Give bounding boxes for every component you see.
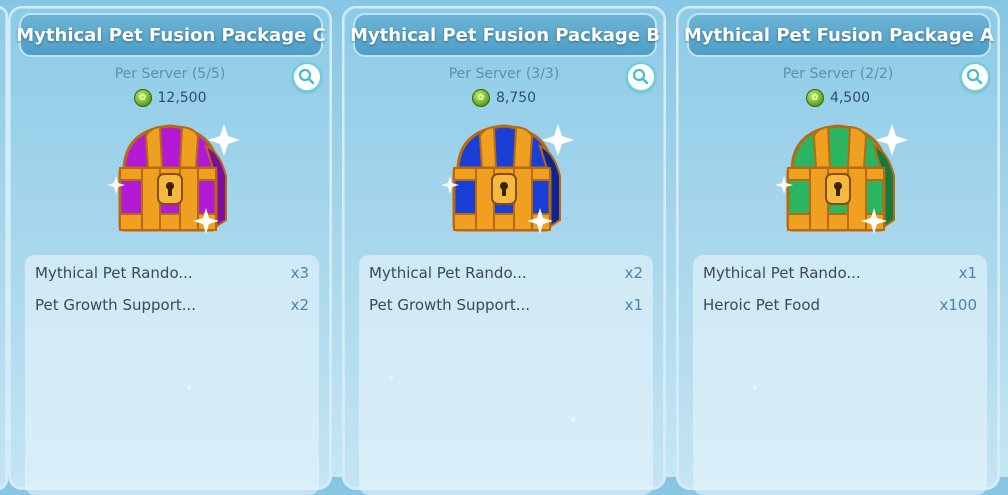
price: ✿ 12,500 <box>10 89 330 107</box>
price-value: 12,500 <box>157 90 207 106</box>
previous-card-edge <box>0 6 8 490</box>
sparkle-decoration: ✦ <box>185 383 194 394</box>
package-card-b[interactable]: Mythical Pet Fusion Package B Per Server… <box>342 6 666 495</box>
list-item[interactable]: Heroic Pet Food x100 <box>703 293 977 317</box>
item-quantity: x100 <box>939 296 977 314</box>
purchase-limit: Per Server (2/2) <box>782 66 894 82</box>
price-value: 8,750 <box>495 90 537 106</box>
sparkle-decoration: ✦ <box>387 373 396 384</box>
package-card-c[interactable]: Mythical Pet Fusion Package C Per Server… <box>8 6 332 495</box>
purchase-limit: Per Server (5/5) <box>114 66 226 82</box>
list-item[interactable]: Pet Growth Support... x1 <box>369 293 643 317</box>
magnifier-icon[interactable] <box>960 62 990 92</box>
list-item[interactable]: Mythical Pet Rando... x2 <box>369 261 643 285</box>
item-name: Mythical Pet Rando... <box>369 264 527 282</box>
item-name: Mythical Pet Rando... <box>35 264 193 282</box>
item-name: Pet Growth Support... <box>35 296 197 314</box>
green-coin-icon: ✿ <box>471 89 490 107</box>
list-item[interactable]: Mythical Pet Rando... x1 <box>703 261 977 285</box>
item-list: Mythical Pet Rando... x3 Pet Growth Supp… <box>25 255 319 495</box>
treasure-chest-icon <box>774 116 914 255</box>
treasure-chest-icon <box>440 116 580 255</box>
package-card-a[interactable]: Mythical Pet Fusion Package A Per Server… <box>676 6 1000 495</box>
item-quantity: x2 <box>290 296 309 314</box>
package-title: Mythical Pet Fusion Package B <box>350 13 660 57</box>
price-value: 4,500 <box>829 90 871 106</box>
item-list: Mythical Pet Rando... x1 Heroic Pet Food… <box>693 255 987 495</box>
purchase-limit: Per Server (3/3) <box>448 66 560 82</box>
sparkle-decoration: ✦ <box>569 415 578 426</box>
item-name: Heroic Pet Food <box>703 296 821 314</box>
item-name: Pet Growth Support... <box>369 296 531 314</box>
price: ✿ 8,750 <box>344 89 664 107</box>
package-title: Mythical Pet Fusion Package A <box>684 13 994 57</box>
magnifier-icon[interactable] <box>626 62 656 92</box>
price: ✿ 4,500 <box>678 89 998 107</box>
list-item[interactable]: Pet Growth Support... x2 <box>35 293 309 317</box>
item-quantity: x1 <box>958 264 977 282</box>
sparkle-decoration: ✦ <box>751 383 760 394</box>
green-coin-icon: ✿ <box>133 89 152 107</box>
green-coin-icon: ✿ <box>805 89 824 107</box>
item-name: Mythical Pet Rando... <box>703 264 861 282</box>
package-title: Mythical Pet Fusion Package C <box>16 13 326 57</box>
item-quantity: x2 <box>624 264 643 282</box>
treasure-chest-icon <box>106 116 246 255</box>
item-list: Mythical Pet Rando... x2 Pet Growth Supp… <box>359 255 653 495</box>
item-quantity: x3 <box>290 264 309 282</box>
magnifier-icon[interactable] <box>292 62 322 92</box>
item-quantity: x1 <box>624 296 643 314</box>
list-item[interactable]: Mythical Pet Rando... x3 <box>35 261 309 285</box>
